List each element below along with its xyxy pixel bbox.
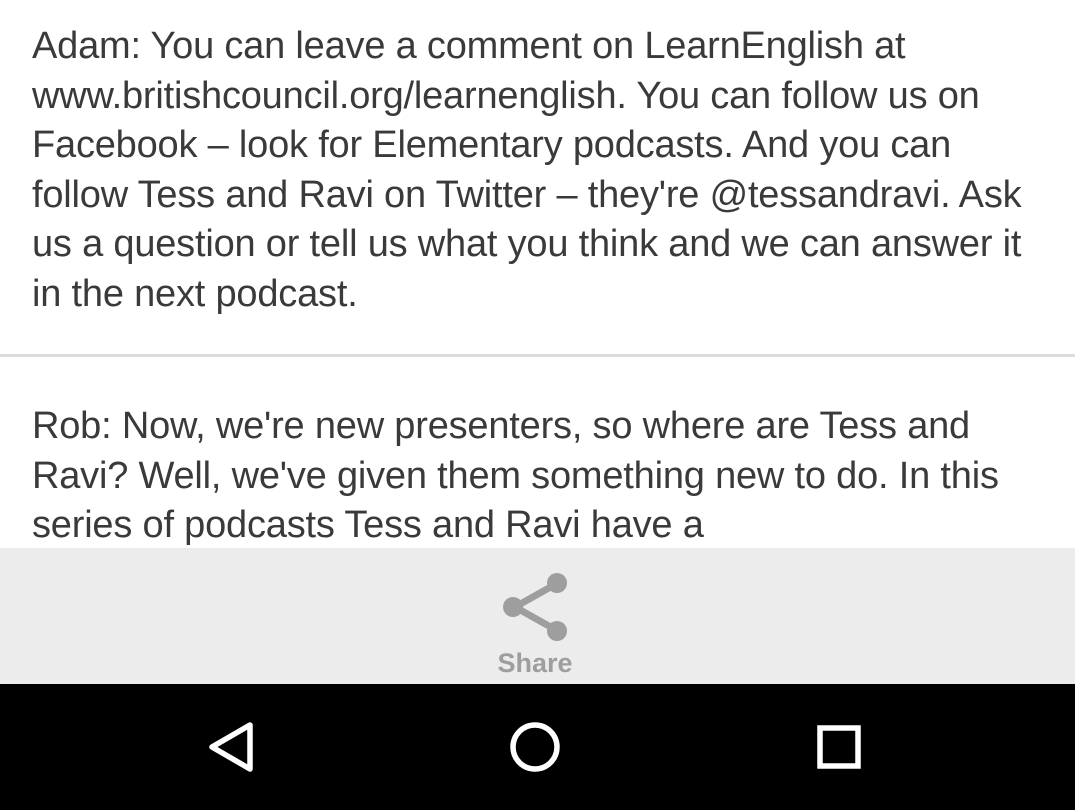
share-icon bbox=[500, 570, 574, 644]
recents-button[interactable] bbox=[804, 712, 874, 782]
article-content[interactable]: Adam: You can leave a comment on LearnEn… bbox=[0, 0, 1075, 548]
recents-square-icon bbox=[804, 712, 874, 782]
system-navigation-bar bbox=[0, 684, 1075, 810]
home-circle-icon bbox=[500, 712, 570, 782]
share-label: Share bbox=[497, 648, 573, 678]
share-button[interactable]: Share bbox=[470, 564, 600, 680]
share-bar: Share bbox=[0, 548, 1075, 684]
back-triangle-icon bbox=[198, 712, 268, 782]
back-button[interactable] bbox=[198, 712, 268, 782]
transcript-paragraph-adam: Adam: You can leave a comment on LearnEn… bbox=[32, 25, 1022, 315]
app-screen: Adam: You can leave a comment on LearnEn… bbox=[0, 0, 1075, 810]
transcript-paragraph-rob: Rob: Now, we're new presenters, so where… bbox=[32, 405, 999, 546]
paragraph-divider bbox=[0, 354, 1075, 357]
home-button[interactable] bbox=[500, 712, 570, 782]
